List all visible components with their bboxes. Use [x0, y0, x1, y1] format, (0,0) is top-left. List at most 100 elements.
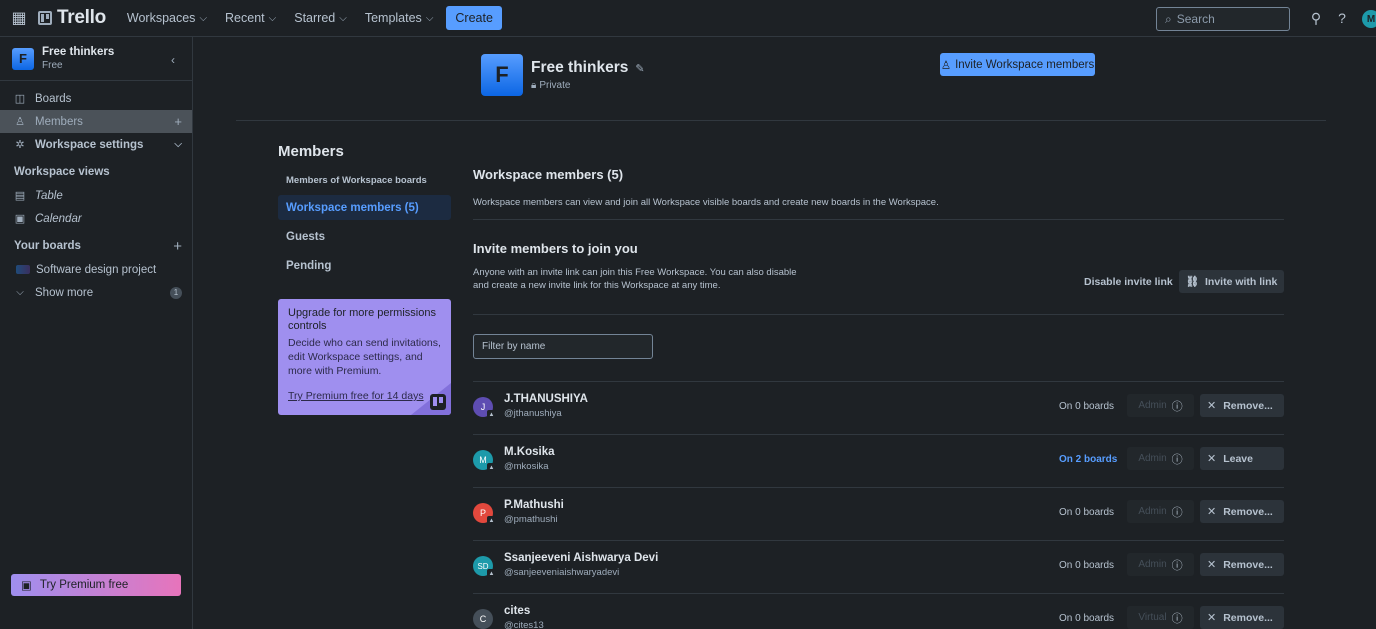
- role-button: Admin ⓘ: [1127, 553, 1194, 576]
- member-boards: On 0 boards: [1059, 560, 1115, 571]
- workspace-name: Free thinkers: [42, 45, 115, 58]
- chevron-down-icon: ⌵: [16, 287, 24, 298]
- avatar[interactable]: P ▲: [473, 503, 496, 525]
- avatar[interactable]: SD ▲: [473, 556, 496, 578]
- logo-text: Trello: [57, 7, 106, 28]
- invite-with-link-button[interactable]: ⛓ Invite with link: [1179, 270, 1284, 293]
- sidebar-item-members[interactable]: ♙ Members +: [0, 110, 192, 133]
- role-button: Admin ⓘ: [1127, 447, 1194, 470]
- workspace-members-title: Workspace members (5): [473, 167, 624, 182]
- sidebar-item-label: Members: [35, 115, 83, 128]
- workspace-badge: F: [12, 47, 34, 70]
- remove-member-button[interactable]: ✕ Remove...: [1200, 394, 1284, 417]
- member-handle: @pmathushi: [504, 514, 558, 525]
- avatar[interactable]: C: [473, 609, 493, 629]
- calendar-icon: ▣: [14, 213, 26, 225]
- close-icon: ✕: [1207, 400, 1217, 412]
- avatar-initials: C: [479, 614, 487, 624]
- help-icon[interactable]: ⓘ: [1172, 504, 1183, 520]
- role-label: Admin: [1138, 559, 1167, 570]
- help-icon[interactable]: ⓘ: [1172, 557, 1183, 573]
- sidebar-item-label: Calendar: [35, 212, 82, 225]
- tab-members-of-boards[interactable]: Members of Workspace boards: [278, 169, 451, 191]
- action-label: Remove...: [1223, 558, 1273, 571]
- disable-invite-link[interactable]: Disable invite link: [1084, 276, 1173, 288]
- members-nav-title: Members: [278, 143, 344, 160]
- show-more-toggle[interactable]: ⌵ Show more 1: [0, 281, 192, 304]
- member-boards: On 0 boards: [1059, 507, 1115, 518]
- account-avatar[interactable]: M: [1362, 10, 1376, 28]
- trello-logo[interactable]: Trello: [38, 7, 106, 29]
- invite-workspace-members-button[interactable]: ♙ Invite Workspace members: [940, 53, 1095, 76]
- admin-badge-icon: ▲: [487, 516, 496, 525]
- remove-member-button[interactable]: ✕ Remove...: [1200, 553, 1284, 576]
- table-icon: ▤: [14, 190, 26, 202]
- megaphone-icon[interactable]: ⚲: [1307, 9, 1325, 27]
- role-label: Admin: [1138, 506, 1167, 517]
- tab-pending[interactable]: Pending: [278, 253, 451, 278]
- add-member-icon[interactable]: +: [174, 114, 182, 129]
- sidebar-item-workspace-settings[interactable]: ✲ Workspace settings ⌵: [0, 133, 192, 156]
- leave-workspace-button[interactable]: ✕ Leave: [1200, 447, 1284, 470]
- sidebar-item-table[interactable]: ▤ Table: [0, 184, 192, 207]
- help-icon[interactable]: ⓘ: [1172, 451, 1183, 467]
- trello-logo-icon: [430, 394, 446, 410]
- sidebar-item-calendar[interactable]: ▣ Calendar: [0, 207, 192, 230]
- workspace-title-text: Free thinkers: [531, 59, 629, 76]
- board-thumbnail: [16, 265, 30, 274]
- tab-guests[interactable]: Guests: [278, 224, 451, 249]
- lock-icon: 🔒︎: [531, 80, 537, 91]
- top-navigation-bar: ▦ Trello Workspaces ⌵ Recent ⌵ Starred ⌵…: [0, 0, 1376, 37]
- nav-starred[interactable]: Starred ⌵: [285, 2, 356, 34]
- action-label: Remove...: [1223, 505, 1273, 518]
- search-input[interactable]: ⌕ Search: [1156, 7, 1290, 31]
- collapse-sidebar-icon[interactable]: ‹: [164, 51, 182, 69]
- workspace-members-panel: Workspace members (5) Workspace members …: [473, 167, 1284, 359]
- avatar-initials: P: [479, 508, 486, 518]
- edit-pencil-icon[interactable]: ✎: [635, 62, 644, 75]
- create-button[interactable]: Create: [446, 6, 502, 30]
- search-placeholder: Search: [1176, 12, 1215, 26]
- try-premium-link[interactable]: Try Premium free for 14 days: [288, 390, 441, 402]
- app-switcher-icon[interactable]: ▦: [8, 7, 30, 29]
- member-boards-link[interactable]: On 2 boards: [1059, 454, 1117, 465]
- add-board-icon[interactable]: +: [173, 238, 182, 255]
- try-premium-button[interactable]: ▣ Try Premium free: [11, 574, 181, 596]
- premium-icon: ▣: [21, 580, 32, 592]
- nav-label: Workspaces: [126, 11, 196, 25]
- member-name: P.Mathushi: [504, 499, 564, 511]
- your-boards-header: Your boards +: [0, 234, 192, 258]
- sidebar-item-label: Software design project: [36, 263, 157, 276]
- role-button: Virtual ⓘ: [1127, 606, 1194, 629]
- main-content: F Free thinkers ✎ 🔒︎ Private ♙ Invite Wo…: [194, 37, 1376, 629]
- search-icon: ⌕: [1165, 11, 1172, 26]
- sidebar-item-board[interactable]: Software design project: [0, 258, 192, 281]
- action-label: Remove...: [1223, 611, 1273, 624]
- nav-workspaces[interactable]: Workspaces ⌵: [118, 2, 216, 34]
- nav-recent[interactable]: Recent ⌵: [216, 2, 285, 34]
- member-name: M.Kosika: [504, 446, 555, 458]
- avatar[interactable]: J ▲: [473, 397, 496, 419]
- nav-templates[interactable]: Templates ⌵: [356, 2, 443, 34]
- help-icon[interactable]: ?: [1333, 9, 1351, 27]
- members-nav: Members Members of Workspace boards Work…: [278, 143, 451, 278]
- help-icon[interactable]: ⓘ: [1172, 398, 1183, 414]
- table-row: SD ▲ Ssanjeeveni Aishwarya Devi @sanjeev…: [473, 540, 1284, 593]
- action-label: Leave: [1223, 452, 1253, 465]
- tab-workspace-members[interactable]: Workspace members (5): [278, 195, 451, 220]
- filter-by-name-input[interactable]: [473, 334, 653, 359]
- chevron-down-icon: ⌵: [268, 12, 277, 24]
- sidebar-item-boards[interactable]: ◫ Boards: [0, 87, 192, 110]
- nav-label: Starred: [294, 11, 336, 25]
- add-person-icon: ♙: [940, 59, 952, 72]
- member-list: J ▲ J.THANUSHIYA @jthanushiya On 0 board…: [473, 381, 1284, 629]
- avatar[interactable]: M ▲: [473, 450, 496, 472]
- help-icon[interactable]: ⓘ: [1172, 610, 1183, 626]
- remove-member-button[interactable]: ✕ Remove...: [1200, 606, 1284, 629]
- workspace-views-header: Workspace views: [14, 166, 110, 178]
- invite-with-link-label: Invite with link: [1205, 275, 1278, 288]
- admin-badge-icon: ▲: [487, 569, 496, 578]
- remove-member-button[interactable]: ✕ Remove...: [1200, 500, 1284, 523]
- action-label: Remove...: [1223, 399, 1273, 412]
- visibility-label: 🔒︎ Private: [531, 80, 570, 91]
